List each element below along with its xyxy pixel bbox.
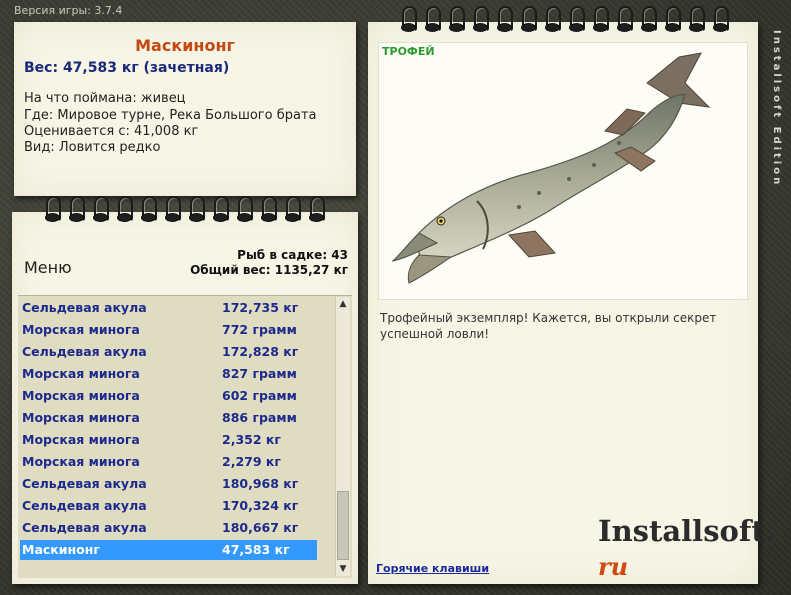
trophy-panel: ТРОФЕЙ Трофейный экземпляр! Кажется, вы … <box>368 6 775 584</box>
list-item[interactable]: Сельдевая акула 180,667 кг <box>20 518 317 538</box>
list-item-weight: 172,735 кг <box>222 300 299 315</box>
binder-ring-icon <box>396 6 420 36</box>
installsoft-logo: Installsoft. ru <box>598 514 775 582</box>
scrollbar-thumb[interactable] <box>337 491 349 560</box>
list-item-name: Морская минога <box>22 454 140 469</box>
list-item-weight: 2,279 кг <box>222 454 281 469</box>
list-item-weight: 172,828 кг <box>222 344 299 359</box>
binder-ring-icon <box>184 196 208 226</box>
binder-rings <box>396 6 732 36</box>
binder-ring-icon <box>304 196 328 226</box>
list-item-weight: 772 грамм <box>222 322 297 337</box>
scroll-down-icon[interactable]: ▼ <box>336 562 350 576</box>
fish-weight: Вес: 47,583 кг (зачетная) <box>24 60 230 76</box>
list-item-weight: 602 грамм <box>222 388 297 403</box>
binder-ring-icon <box>208 196 232 226</box>
list-item[interactable]: Морская минога 602 грамм <box>20 386 317 406</box>
binder-ring-icon <box>492 6 516 36</box>
list-item-weight: 2,352 кг <box>222 432 281 447</box>
binder-ring-icon <box>516 6 540 36</box>
logo-main-text: Installsoft. <box>598 514 775 548</box>
list-item[interactable]: Морская минога 2,279 кг <box>20 452 317 472</box>
list-item-name: Маскинонг <box>22 542 100 557</box>
list-item[interactable]: Сельдевая акула 172,828 кг <box>20 342 317 362</box>
keepnet-stats: Рыб в садке: 43 Общий вес: 1135,27 кг <box>190 248 348 278</box>
binder-ring-icon <box>660 6 684 36</box>
location-line: Где: Мировое турне, Река Большого брата <box>24 108 317 123</box>
list-item-weight: 47,583 кг <box>222 542 290 557</box>
list-item-name: Сельдевая акула <box>22 344 147 359</box>
list-item[interactable]: Морская минога 827 грамм <box>20 364 317 384</box>
keepnet-panel: Меню Рыб в садке: 43 Общий вес: 1135,27 … <box>12 196 358 584</box>
binder-ring-icon <box>564 6 588 36</box>
fish-count: Рыб в садке: 43 <box>237 248 348 262</box>
binder-ring-icon <box>684 6 708 36</box>
catch-list[interactable]: Сельдевая акула 172,735 кг Морская миног… <box>18 295 352 578</box>
list-item-weight: 180,667 кг <box>222 520 299 535</box>
binder-ring-icon <box>232 196 256 226</box>
binder-ring-icon <box>136 196 160 226</box>
list-item-weight: 886 грамм <box>222 410 297 425</box>
list-item-name: Морская минога <box>22 322 140 337</box>
valued-from-line: Оценивается с: 41,008 кг <box>24 124 199 139</box>
list-item-name: Морская минога <box>22 410 140 425</box>
list-item[interactable]: Сельдевая акула 180,968 кг <box>20 474 317 494</box>
binder-ring-icon <box>708 6 732 36</box>
binder-ring-icon <box>588 6 612 36</box>
game-version-label: Версия игры: 3.7.4 <box>14 4 123 17</box>
list-item-name: Морская минога <box>22 366 140 381</box>
binder-ring-icon <box>112 196 136 226</box>
fish-name: Маскинонг <box>135 36 235 55</box>
list-item-weight: 170,324 кг <box>222 498 299 513</box>
caught-on-line: На что поймана: живец <box>24 91 186 106</box>
binder-ring-icon <box>420 6 444 36</box>
list-item-selected[interactable]: Маскинонг 47,583 кг <box>20 540 317 560</box>
list-item-name: Морская минога <box>22 432 140 447</box>
binder-ring-icon <box>280 196 304 226</box>
list-item[interactable]: Морская минога 886 грамм <box>20 408 317 428</box>
binder-ring-icon <box>612 6 636 36</box>
list-scrollbar[interactable]: ▲ ▼ <box>335 297 350 576</box>
binder-ring-icon <box>88 196 112 226</box>
logo-suffix-text: ru <box>598 552 629 581</box>
list-item-weight: 180,968 кг <box>222 476 299 491</box>
menu-button[interactable]: Меню <box>24 258 72 277</box>
binder-ring-icon <box>636 6 660 36</box>
list-item-name: Сельдевая акула <box>22 300 147 315</box>
list-item-weight: 827 грамм <box>222 366 297 381</box>
species-rarity-line: Вид: Ловится редко <box>24 140 161 155</box>
list-item[interactable]: Сельдевая акула 172,735 кг <box>20 298 317 318</box>
binder-ring-icon <box>160 196 184 226</box>
binder-rings <box>40 196 328 226</box>
hotkeys-link[interactable]: Горячие клавиши <box>376 562 489 575</box>
binder-ring-icon <box>40 196 64 226</box>
list-item[interactable]: Морская минога 772 грамм <box>20 320 317 340</box>
fish-info-panel: Маскинонг Вес: 47,583 кг (зачетная) На ч… <box>14 22 356 196</box>
list-item-name: Сельдевая акула <box>22 520 147 535</box>
side-watermark: Installsoft Edition <box>771 30 782 188</box>
binder-ring-icon <box>256 196 280 226</box>
trophy-description: Трофейный экземпляр! Кажется, вы открыли… <box>380 311 717 341</box>
list-item[interactable]: Морская минога 2,352 кг <box>20 430 317 450</box>
total-weight: Общий вес: 1135,27 кг <box>190 263 348 277</box>
scroll-up-icon[interactable]: ▲ <box>336 297 350 311</box>
list-item-name: Сельдевая акула <box>22 498 147 513</box>
binder-ring-icon <box>468 6 492 36</box>
binder-ring-icon <box>64 196 88 226</box>
list-item-name: Морская минога <box>22 388 140 403</box>
muskie-fish-icon <box>391 52 711 284</box>
binder-ring-icon <box>540 6 564 36</box>
list-item[interactable]: Сельдевая акула 170,324 кг <box>20 496 317 516</box>
list-item-name: Сельдевая акула <box>22 476 147 491</box>
binder-ring-icon <box>444 6 468 36</box>
trophy-fish-image: ТРОФЕЙ <box>378 42 748 300</box>
trophy-badge: ТРОФЕЙ <box>382 45 435 58</box>
